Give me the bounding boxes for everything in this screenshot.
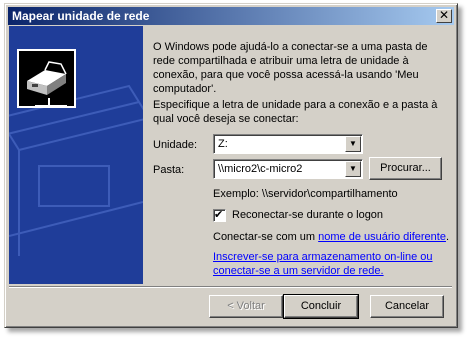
online-storage-link[interactable]: Inscrever-se para armazenamento on-line … xyxy=(213,250,443,278)
network-drive-illustration xyxy=(9,26,143,284)
wizard-side-panel xyxy=(9,26,143,284)
map-network-drive-dialog: Mapear unidade de rede ✕ O Windows pode … xyxy=(4,3,458,328)
finish-button[interactable]: Concluir xyxy=(283,294,359,319)
reconnect-checkbox[interactable]: ✔ xyxy=(213,209,226,222)
browse-button[interactable]: Procurar... xyxy=(369,157,442,180)
close-button[interactable]: ✕ xyxy=(436,9,452,23)
drive-label: Unidade: xyxy=(153,139,198,151)
drive-letter-select[interactable]: Z: ▼ xyxy=(213,134,363,154)
different-user-suffix: . xyxy=(445,231,450,243)
back-button[interactable]: < Voltar xyxy=(209,295,283,318)
drive-letter-value: Z: xyxy=(218,138,228,150)
folder-label: Pasta: xyxy=(153,164,185,176)
instructions-text: Especifique a letra de unidade para a co… xyxy=(153,99,438,125)
window-title: Mapear unidade de rede xyxy=(12,9,150,23)
folder-path-value: \\micro2\c-micro2 xyxy=(218,163,303,175)
drive-dropdown-arrow-icon[interactable]: ▼ xyxy=(345,136,361,152)
title-bar[interactable]: Mapear unidade de rede ✕ xyxy=(8,7,454,25)
folder-path-combo[interactable]: \\micro2\c-micro2 ▼ xyxy=(213,159,363,179)
example-text: Exemplo: \\servidor\compartilhamento xyxy=(213,188,398,200)
check-mark-icon: ✔ xyxy=(214,209,224,221)
footer-separator xyxy=(9,286,452,288)
folder-dropdown-arrow-icon[interactable]: ▼ xyxy=(345,161,361,177)
intro-text: O Windows pode ajudá-lo a conectar-se a … xyxy=(153,41,428,95)
cancel-button[interactable]: Cancelar xyxy=(370,295,444,318)
different-user-prefix: Conectar-se com um xyxy=(213,231,319,243)
close-icon: ✕ xyxy=(438,8,450,22)
different-user-line: Conectar-se com um nome de usuário difer… xyxy=(213,231,449,243)
reconnect-label[interactable]: Reconectar-se durante o logon xyxy=(232,209,383,221)
different-user-link[interactable]: nome de usuário diferente xyxy=(318,231,446,243)
